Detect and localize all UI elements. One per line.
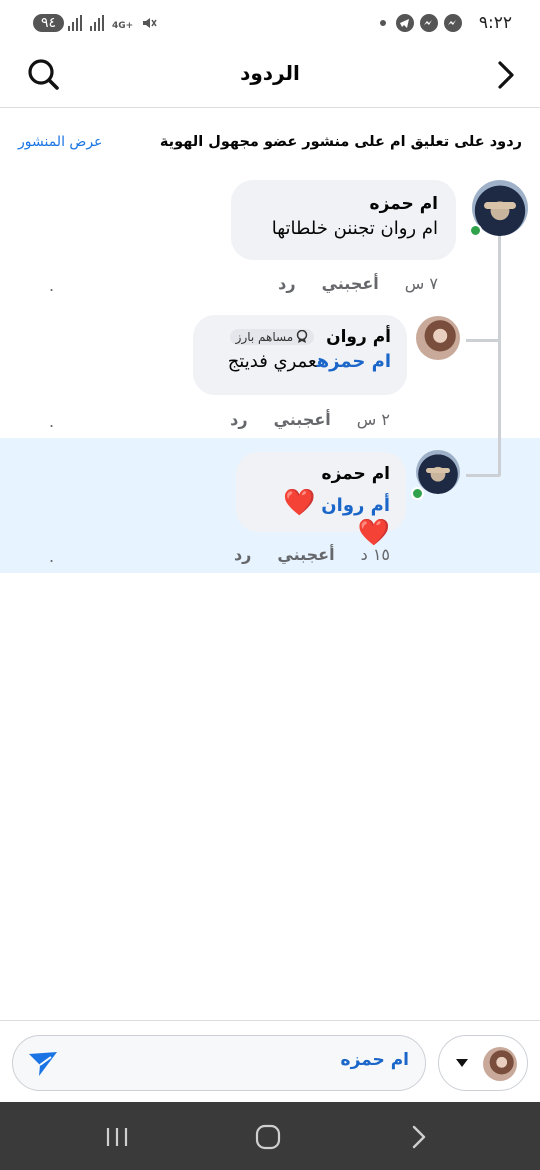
send-icon[interactable] bbox=[27, 1048, 59, 1080]
messenger-icon bbox=[420, 14, 438, 32]
avatar bbox=[483, 1047, 517, 1081]
status-bar: ٩٤ 4G+ ٩:٢٢ bbox=[0, 0, 540, 48]
trailing-dot: . bbox=[49, 412, 55, 431]
reply-time: ٢ س bbox=[356, 410, 390, 429]
thread-branch bbox=[466, 339, 500, 342]
like-button[interactable]: أعجبني bbox=[277, 545, 334, 564]
thread-line bbox=[498, 236, 501, 476]
online-indicator bbox=[411, 487, 424, 500]
comment-time: ٧ س bbox=[404, 274, 438, 293]
messenger-icon-2 bbox=[444, 14, 462, 32]
avatar[interactable] bbox=[416, 450, 460, 494]
notification-dot-icon bbox=[380, 20, 386, 26]
reply-input[interactable]: ام حمزه bbox=[12, 1035, 426, 1091]
reply-button[interactable]: رد bbox=[234, 545, 251, 564]
reply-input-value[interactable]: ام حمزه bbox=[341, 1050, 409, 1070]
reply-bubble[interactable]: أم روان مساهم بارز ام حمزهعمري فديتج bbox=[193, 315, 407, 395]
comment-author[interactable]: ام حمزه bbox=[249, 194, 438, 214]
award-icon bbox=[296, 330, 308, 343]
comment-actions: ٧ س أعجبني رد bbox=[278, 274, 438, 293]
signal-icon bbox=[68, 15, 82, 31]
back-icon[interactable] bbox=[404, 1124, 434, 1150]
online-indicator bbox=[469, 224, 482, 237]
view-post-link[interactable]: عرض المنشور bbox=[18, 134, 102, 150]
header: الردود bbox=[0, 48, 540, 108]
reply-author-line: أم روان مساهم بارز bbox=[209, 327, 391, 347]
clock: ٩:٢٢ bbox=[478, 13, 512, 33]
replies-screen: ٩٤ 4G+ ٩:٢٢ الردود ردود على تعليق ام على… bbox=[0, 0, 540, 1170]
context-line: ردود على تعليق ام على منشور عضو مجهول ال… bbox=[18, 130, 522, 158]
battery-indicator: ٩٤ bbox=[33, 14, 65, 32]
composer-bar: ام حمزه bbox=[0, 1020, 540, 1102]
reply-bubble[interactable]: ام حمزه أم روان ❤️❤️ bbox=[236, 452, 406, 548]
page-title: الردود bbox=[240, 61, 300, 85]
reply-author[interactable]: أم روان bbox=[326, 327, 391, 347]
back-arrow-icon[interactable] bbox=[496, 60, 516, 90]
mention-link[interactable]: ام حمزه bbox=[317, 351, 391, 372]
reply-text-line: أم روان ❤️❤️ bbox=[252, 488, 390, 548]
mention-link[interactable]: أم روان bbox=[321, 495, 390, 516]
reply-time: ١٥ د bbox=[360, 545, 390, 564]
top-contributor-badge: مساهم بارز bbox=[229, 329, 315, 345]
thread-branch bbox=[466, 474, 500, 477]
like-button[interactable]: أعجبني bbox=[274, 410, 331, 429]
context-text: ردود على تعليق ام على منشور عضو مجهول ال… bbox=[159, 134, 522, 150]
home-icon[interactable] bbox=[253, 1124, 283, 1150]
recent-apps-icon[interactable] bbox=[103, 1124, 133, 1150]
reply-actions: ٢ س أعجبني رد bbox=[230, 410, 390, 429]
reply-author[interactable]: ام حمزه bbox=[252, 464, 390, 484]
comment-text: ام روان تجننن خلطاتها bbox=[271, 218, 438, 239]
reply-text-line: ام حمزهعمري فديتج bbox=[209, 351, 391, 372]
profile-switcher[interactable] bbox=[438, 1035, 528, 1091]
chevron-down-icon bbox=[456, 1059, 468, 1067]
signal-icon-2 bbox=[90, 15, 104, 31]
comment-bubble[interactable]: ام حمزه ام روان تجننن خلطاتها bbox=[231, 180, 456, 260]
reply-actions: ١٥ د أعجبني رد bbox=[234, 545, 390, 564]
trailing-dot: . bbox=[49, 547, 55, 566]
avatar[interactable] bbox=[416, 316, 460, 360]
like-button[interactable]: أعجبني bbox=[322, 274, 379, 293]
trailing-dot: . bbox=[49, 276, 55, 295]
badge-label: مساهم بارز bbox=[235, 330, 294, 344]
signal-icons: 4G+ bbox=[68, 15, 157, 31]
notification-icons bbox=[380, 14, 462, 32]
network-type: 4G+ bbox=[112, 21, 134, 31]
telegram-icon bbox=[396, 14, 414, 32]
reply-button[interactable]: رد bbox=[230, 410, 247, 429]
reply-button[interactable]: رد bbox=[278, 274, 295, 293]
reply-text: عمري فديتج bbox=[227, 351, 317, 372]
mute-icon bbox=[143, 18, 157, 28]
system-nav-bar bbox=[0, 1102, 540, 1170]
